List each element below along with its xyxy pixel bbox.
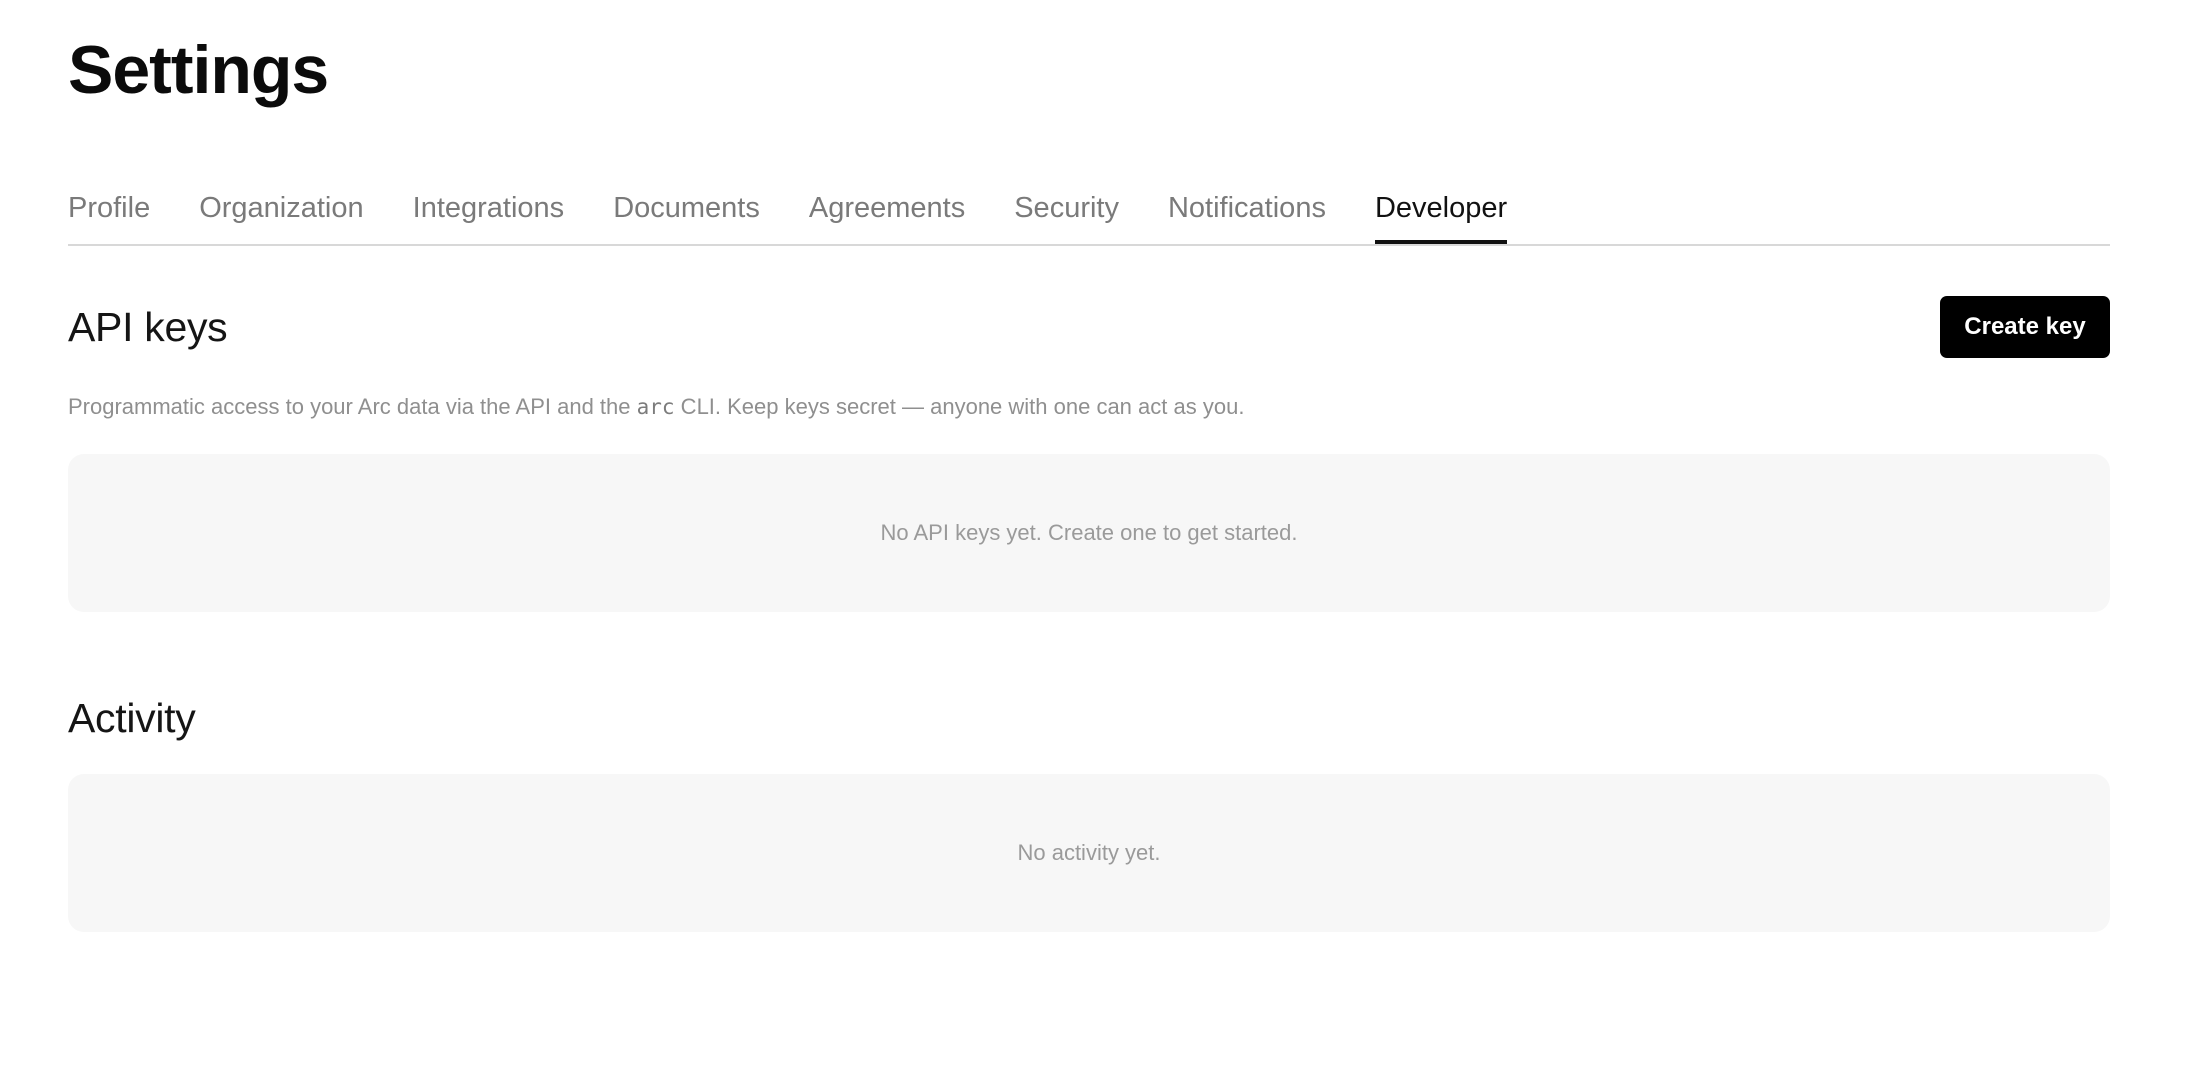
description-text-end: CLI. Keep keys secret — anyone with one … [674,394,1245,419]
tab-agreements[interactable]: Agreements [809,180,965,242]
api-keys-empty-text: No API keys yet. Create one to get start… [880,520,1298,545]
cli-command-code: arc [636,395,675,419]
tab-notifications[interactable]: Notifications [1168,180,1326,242]
activity-empty-state: No activity yet. [68,774,2110,932]
tab-profile[interactable]: Profile [68,180,150,242]
settings-tabs: Profile Organization Integrations Docume… [68,180,2110,246]
tab-organization[interactable]: Organization [199,180,363,242]
activity-heading: Activity [68,695,196,741]
create-key-button[interactable]: Create key [1940,296,2110,358]
page-title: Settings [68,32,329,108]
tab-security[interactable]: Security [1014,180,1119,242]
api-keys-description: Programmatic access to your Arc data via… [68,392,1244,422]
tab-documents[interactable]: Documents [613,180,760,242]
tab-developer[interactable]: Developer [1374,180,1508,244]
api-keys-empty-state: No API keys yet. Create one to get start… [68,454,2110,612]
tab-integrations[interactable]: Integrations [413,180,565,242]
api-keys-heading: API keys [68,304,228,350]
description-text-start: Programmatic access to your Arc data via… [68,394,637,419]
activity-empty-text: No activity yet. [1017,840,1161,865]
